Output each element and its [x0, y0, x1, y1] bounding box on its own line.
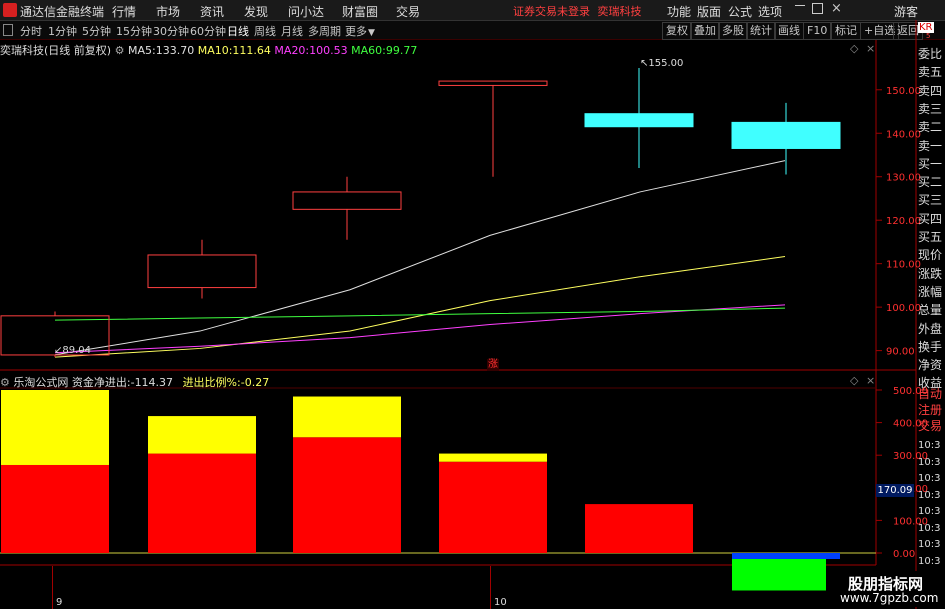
quote-label-3: 卖三	[918, 101, 943, 116]
quote-label-0: 委比	[918, 47, 943, 61]
sub-panel-label-2[interactable]: 交易	[918, 417, 945, 434]
quote-label-17: 净资	[918, 358, 943, 373]
quote-label-15: 外盘	[918, 321, 943, 336]
x-label-10: 10	[494, 597, 507, 608]
quote-label-14: 总量	[918, 303, 943, 318]
quote-label-6: 买一	[918, 156, 943, 171]
quote-label-11: 现价	[918, 248, 943, 263]
quote-label-8: 买三	[918, 193, 943, 208]
quote-label-5: 卖一	[918, 138, 943, 153]
main-ytick-label-1: 140.00	[886, 129, 921, 140]
diamond-icon[interactable]: ◇	[850, 374, 858, 387]
bar-blue-5	[732, 553, 840, 559]
bar-yellow-0	[1, 390, 109, 465]
bar-yellow-1	[148, 416, 256, 454]
close-panel-icon[interactable]: ×	[866, 374, 875, 387]
main-ytick-label-0: 150.00	[886, 86, 921, 97]
tick-time-2: 10:3	[918, 473, 941, 484]
candle-body-4	[584, 113, 694, 128]
x-divider-10	[490, 566, 491, 609]
high-price-value: 155.00	[648, 58, 684, 69]
low-price-value: 89.04	[62, 345, 92, 356]
quote-label-9: 买四	[918, 211, 943, 226]
main-ytick-label-5: 100.00	[886, 303, 921, 314]
tick-time-1: 10:3	[918, 456, 941, 468]
quote-label-7: 买二	[918, 175, 943, 190]
bar-yellow-3	[439, 453, 547, 462]
quote-label-2: 卖四	[918, 83, 943, 98]
bar-red-2	[293, 437, 401, 553]
candle-body-3	[438, 80, 548, 86]
tick-time-0: 10:3	[918, 440, 941, 451]
x-divider-9	[52, 566, 53, 609]
ratio-value: -0.27	[240, 376, 270, 389]
candle-body-5	[731, 121, 841, 149]
ma-line-ma60	[54, 307, 786, 321]
quote-label-12: 涨跌	[918, 266, 943, 281]
current-value-badge: 170.09	[876, 484, 914, 497]
bar-yellow-2	[293, 396, 401, 438]
candle-body-2	[292, 191, 402, 210]
net-label: 资金净进出:	[71, 376, 131, 389]
main-ytick-label-4: 110.00	[886, 260, 921, 271]
tick-time-7: 10:3	[918, 555, 941, 567]
sub-legend: ⚙ 乐淘公式网 资金净进出:-114.37 进出比例%:-0.27	[0, 374, 270, 389]
sub-title: 乐淘公式网	[13, 376, 69, 389]
sub-bars	[1, 390, 840, 591]
bar-red-4	[585, 504, 693, 553]
chart-canvas: 150.00140.00130.00120.00110.00100.0090.0…	[0, 20, 928, 609]
quote-label-1: 卖五	[918, 65, 943, 80]
net-value: -114.37	[130, 376, 174, 389]
main-ytick-label-2: 130.00	[886, 173, 921, 184]
high-price-label: ↖155.00	[640, 58, 684, 69]
quote-label-13: 涨幅	[918, 284, 943, 299]
ratio-label: 进出比例%:	[182, 376, 241, 389]
quote-label-16: 换手	[918, 339, 943, 354]
candles	[0, 68, 841, 358]
bar-green-5	[732, 557, 826, 591]
bar-red-3	[439, 461, 547, 553]
ma-line-ma10	[54, 256, 786, 358]
sub-panel-label-0[interactable]: 自动	[918, 385, 945, 402]
tick-time-4: 10:3	[918, 506, 941, 517]
quote-label-10: 买五	[918, 230, 943, 244]
x-label-9: 9	[56, 597, 63, 608]
candle-body-1	[147, 254, 257, 289]
ma-line-ma20	[54, 304, 786, 354]
quote-label-4: 卖二	[918, 120, 943, 135]
tick-time-5: 10:3	[918, 522, 941, 534]
low-price-label: ↙89.04	[54, 345, 92, 356]
sub-panel-label-1[interactable]: 注册	[918, 401, 945, 418]
main-yaxis: 150.00 140.00 130.00 120.00 110.00 100.00 90.0…	[876, 86, 921, 358]
bar-red-1	[148, 453, 256, 553]
watermark-url: www.7gpzb.com	[840, 591, 939, 605]
tick-time-6: 10:3	[918, 539, 941, 550]
ma-lines	[54, 160, 786, 358]
bar-red-0	[1, 464, 109, 553]
sub-ytick-label-5: 0.00	[893, 549, 915, 560]
tick-time-3: 10:3	[918, 489, 941, 501]
code-sub: 5	[926, 32, 931, 40]
zhang-badge: 涨	[487, 359, 499, 371]
ma-line-ma5	[54, 160, 786, 356]
main-ytick-label-3: 120.00	[886, 216, 921, 227]
main-ytick-label-6: 90.00	[886, 347, 915, 358]
gear-icon[interactable]: ⚙	[0, 376, 10, 389]
